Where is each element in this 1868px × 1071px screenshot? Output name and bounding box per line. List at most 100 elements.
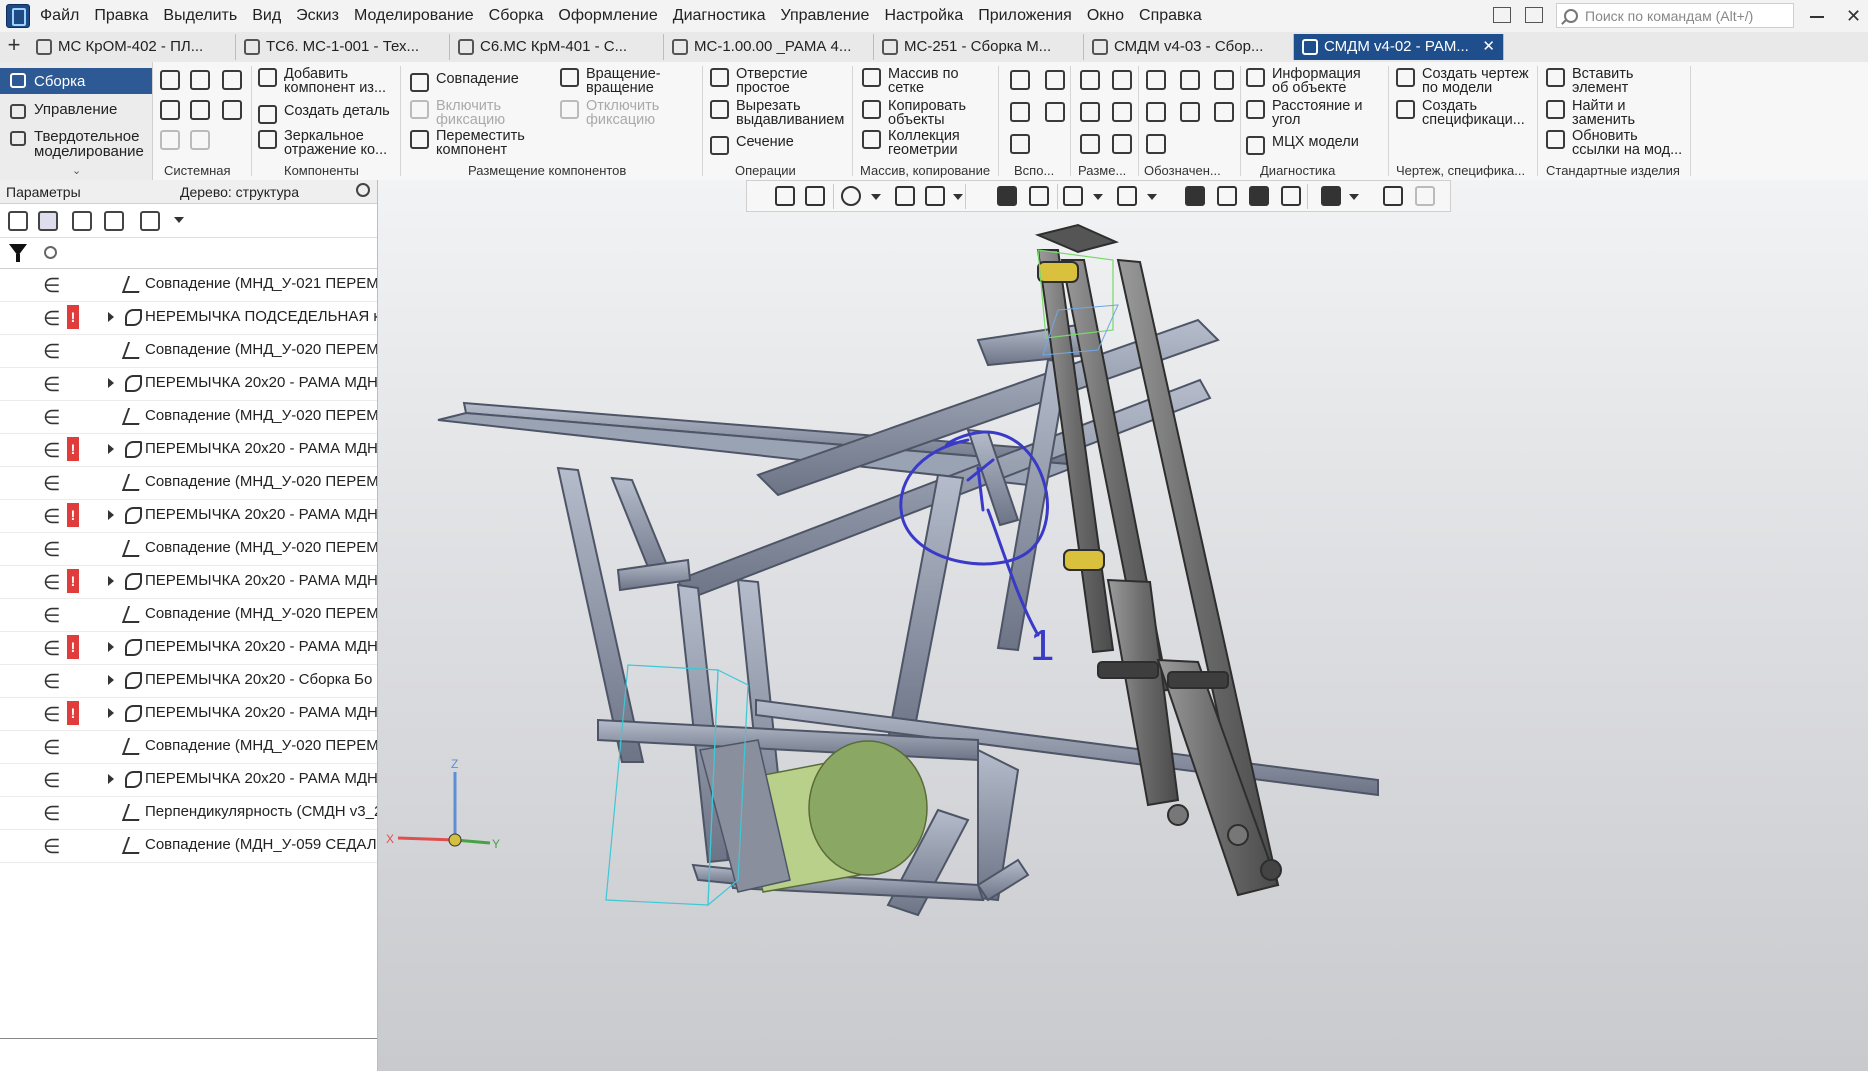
close-tab-icon[interactable]: ✕ xyxy=(1482,34,1495,60)
tree-row[interactable]: ∈! ПЕРЕМЫЧКА 20х20 - РАМА МДН xyxy=(0,565,377,599)
tree-row[interactable]: ∈ Совпадение (МНД_У-020 ПЕРЕМЫЧКА xyxy=(0,334,377,368)
chevron-down-icon[interactable] xyxy=(1349,194,1359,200)
tree-row[interactable]: ∈! ПЕРЕМЫЧКА 20х20 - РАМА МДН xyxy=(0,631,377,665)
filter-icon[interactable] xyxy=(9,244,27,262)
menu-item-file[interactable]: Файл xyxy=(40,7,79,25)
menu-item-edit[interactable]: Правка xyxy=(94,7,148,25)
tree-row[interactable]: ∈ Совпадение (МНД_У-020 ПЕРЕМЫЧКА xyxy=(0,532,377,566)
wireframe-display-icon[interactable] xyxy=(1029,186,1049,206)
mass-properties-button[interactable]: МЦХ модели xyxy=(1246,135,1359,155)
designation-icon-1[interactable] xyxy=(1146,70,1166,90)
dimension-diameter-icon[interactable] xyxy=(1112,102,1132,122)
membership-icon[interactable]: ∈ xyxy=(43,471,60,496)
membership-icon[interactable]: ∈ xyxy=(43,372,60,397)
view-section-icon[interactable] xyxy=(805,186,825,206)
window-settings-icon[interactable] xyxy=(1525,7,1543,23)
expand-arrow-icon[interactable] xyxy=(108,312,114,322)
tree-row[interactable]: ∈ Перпендикулярность (СМДН v3_2 xyxy=(0,796,377,830)
tab-document-3[interactable]: С6.МС КрМ-401 - С... xyxy=(450,34,664,60)
tree-row[interactable]: ∈! НЕРЕМЫЧКА ПОДСЕДЕЛЬНАЯ кр xyxy=(0,301,377,335)
designation-icon-7[interactable] xyxy=(1146,134,1166,154)
simple-hole-button[interactable]: Отверстие простое xyxy=(710,67,808,95)
auxiliary-axis-icon[interactable] xyxy=(1045,70,1065,90)
designation-icon-3[interactable] xyxy=(1214,70,1234,90)
tab-document-5[interactable]: МС-251 - Сборка М... xyxy=(874,34,1084,60)
geometry-collection-button[interactable]: Коллекция геометрии xyxy=(862,129,960,157)
membership-icon[interactable]: ∈ xyxy=(43,570,60,595)
section-button[interactable]: Сечение xyxy=(710,135,794,155)
object-info-button[interactable]: Информация об объекте xyxy=(1246,67,1361,95)
chevron-down-icon[interactable] xyxy=(871,194,881,200)
chevron-down-icon[interactable] xyxy=(1093,194,1103,200)
menu-item-window[interactable]: Окно xyxy=(1087,7,1124,25)
expand-arrow-icon[interactable] xyxy=(108,708,114,718)
create-spec-button[interactable]: Создать спецификаци... xyxy=(1396,99,1525,127)
mode-assembly[interactable]: Сборка xyxy=(0,68,152,94)
membership-icon[interactable]: ∈ xyxy=(43,306,60,331)
dimension-auto-icon[interactable] xyxy=(1080,134,1100,154)
tab-document-1[interactable]: МС КрОМ-402 - ПЛ... xyxy=(28,34,236,60)
shaded-display-icon[interactable] xyxy=(997,186,1017,206)
menu-item-modeling[interactable]: Моделирование xyxy=(354,7,474,25)
tab-tree-structure[interactable]: Дерево: структура xyxy=(180,184,299,200)
membership-icon[interactable]: ∈ xyxy=(43,603,60,628)
auxiliary-plane-icon[interactable] xyxy=(1010,70,1030,90)
menu-item-select[interactable]: Выделить xyxy=(163,7,237,25)
save-all-icon[interactable] xyxy=(222,100,242,120)
preview-icon[interactable] xyxy=(190,100,210,120)
designation-icon-6[interactable] xyxy=(1214,102,1234,122)
new-document-icon[interactable]: + xyxy=(4,34,24,57)
membership-icon[interactable]: ∈ xyxy=(43,273,60,298)
menu-item-sketch[interactable]: Эскиз xyxy=(296,7,339,25)
membership-icon[interactable]: ∈ xyxy=(43,438,60,463)
tree-row[interactable]: ∈ Совпадение (МДН_У-059 СЕДАЛИЩЕ xyxy=(0,829,377,863)
minimize-icon[interactable] xyxy=(1810,16,1824,18)
designation-icon-5[interactable] xyxy=(1180,102,1200,122)
lighting-icon[interactable] xyxy=(1281,186,1301,206)
menu-item-applications[interactable]: Приложения xyxy=(978,7,1072,25)
copy-objects-button[interactable]: Копировать объекты xyxy=(862,99,966,127)
insert-element-button[interactable]: Вставить элемент xyxy=(1546,67,1633,95)
rotate-icon[interactable] xyxy=(925,186,945,206)
print-icon[interactable] xyxy=(160,100,180,120)
find-replace-button[interactable]: Найти и заменить xyxy=(1546,99,1635,127)
dimension-linear-icon[interactable] xyxy=(1080,70,1100,90)
grid-array-button[interactable]: Массив по сетке xyxy=(862,67,959,95)
display-mode-icon[interactable] xyxy=(1249,186,1269,206)
edit-icon[interactable] xyxy=(1415,186,1435,206)
tree-row[interactable]: ∈ Совпадение (МНД_У-020 ПЕРЕМЫЧКА xyxy=(0,466,377,500)
menu-item-management[interactable]: Управление xyxy=(781,7,870,25)
undo-icon[interactable] xyxy=(160,130,180,150)
rotation-rotation-button[interactable]: Вращение- вращение xyxy=(560,67,661,95)
layers-icon[interactable] xyxy=(1217,186,1237,206)
gear-icon[interactable] xyxy=(356,183,370,197)
tab-document-6[interactable]: СМДМ v4-03 - Сбор... xyxy=(1084,34,1294,60)
menu-item-settings[interactable]: Настройка xyxy=(884,7,963,25)
tree-row[interactable]: ∈ ПЕРЕМЫЧКА 20х20 - Сборка Бо xyxy=(0,664,377,698)
auxiliary-line-icon[interactable] xyxy=(1010,134,1030,154)
mirror-component-button[interactable]: Зеркальное отражение ко... xyxy=(258,129,387,157)
3d-viewport[interactable]: 1 Z X Y xyxy=(378,180,1868,1071)
hide-icon[interactable] xyxy=(1063,186,1083,206)
tree-row[interactable]: ∈ Совпадение (МНД_У-020 ПЕРЕМЫЧКА xyxy=(0,598,377,632)
menu-item-diagnostics[interactable]: Диагностика xyxy=(673,7,766,25)
menu-item-drafting[interactable]: Оформление xyxy=(558,7,657,25)
membership-icon[interactable]: ∈ xyxy=(43,636,60,661)
expand-arrow-icon[interactable] xyxy=(108,444,114,454)
tab-document-4[interactable]: МС-1.00.00 _РАМА 4... xyxy=(664,34,874,60)
chevron-down-icon[interactable] xyxy=(174,217,184,223)
membership-icon[interactable]: ∈ xyxy=(43,339,60,364)
dimension-angle-icon[interactable] xyxy=(1080,102,1100,122)
menu-item-help[interactable]: Справка xyxy=(1139,7,1202,25)
enable-fix-button[interactable]: Включить фиксацию xyxy=(410,99,505,127)
distance-angle-button[interactable]: Расстояние и угол xyxy=(1246,99,1362,127)
add-component-button[interactable]: Добавить компонент из... xyxy=(258,67,386,95)
zoom-icon[interactable] xyxy=(841,186,861,206)
update-links-button[interactable]: Обновить ссылки на мод... xyxy=(1546,129,1682,157)
membership-icon[interactable]: ∈ xyxy=(43,537,60,562)
expand-arrow-icon[interactable] xyxy=(108,675,114,685)
designation-icon-2[interactable] xyxy=(1180,70,1200,90)
menu-item-view[interactable]: Вид xyxy=(252,7,281,25)
disable-fix-button[interactable]: Отключить фиксацию xyxy=(560,99,659,127)
membership-icon[interactable]: ∈ xyxy=(43,834,60,859)
